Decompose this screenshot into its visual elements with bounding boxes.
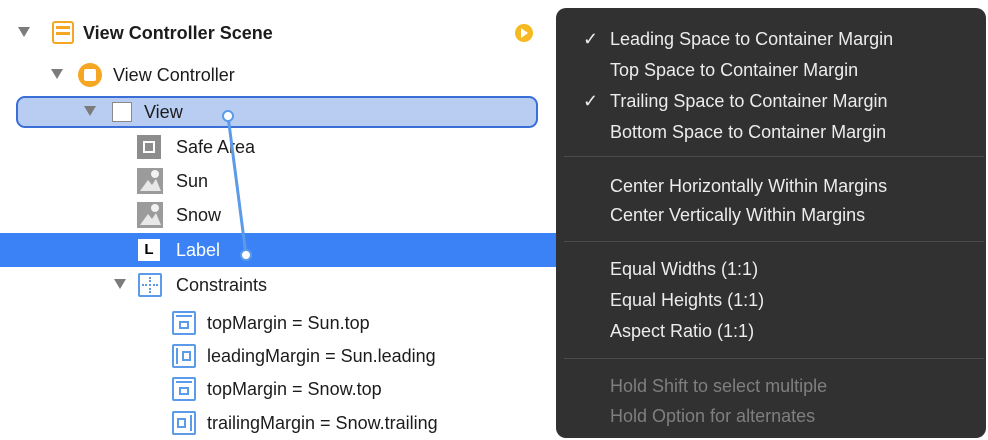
menu-item-label: Center Horizontally Within Margins (610, 176, 888, 196)
warning-arrow-icon[interactable] (515, 24, 533, 42)
leading-constraint-icon (172, 344, 196, 368)
menu-separator (564, 358, 984, 359)
view-controller-icon (78, 63, 102, 87)
checkmark-icon: ✓ (583, 29, 599, 49)
trailing-constraint-icon (172, 411, 196, 435)
constraints-row[interactable]: Constraints (0, 268, 560, 302)
menu-separator (564, 156, 984, 157)
label-row[interactable]: L Label (0, 233, 560, 267)
menu-hint-shift: Hold Shift to select multiple (556, 371, 986, 402)
disclosure-triangle-icon[interactable] (114, 279, 126, 289)
view-label: View (144, 102, 183, 122)
document-outline: View Controller Scene View Controller Vi… (0, 0, 560, 437)
sun-label: Sun (176, 171, 209, 191)
constraint-label: topMargin = Sun.top (207, 313, 370, 333)
scene-row[interactable]: View Controller Scene (0, 16, 560, 50)
view-controller-label: View Controller (113, 65, 235, 85)
menu-item-label: Equal Heights (1:1) (610, 290, 765, 310)
menu-hint-option: Hold Option for alternates (556, 401, 986, 432)
menu-item-aspect-ratio[interactable]: Aspect Ratio (1:1) (556, 316, 986, 347)
menu-item-label: Bottom Space to Container Margin (610, 122, 887, 142)
view-row[interactable]: View (0, 95, 560, 129)
menu-item-center-vertically[interactable]: Center Vertically Within Margins (556, 200, 986, 231)
safe-area-icon (137, 135, 161, 159)
top-constraint-icon (172, 377, 196, 401)
constraint-label: trailingMargin = Snow.trailing (207, 413, 438, 433)
constraint-label: topMargin = Snow.top (207, 379, 382, 399)
scene-icon (52, 21, 74, 44)
view-icon (112, 102, 132, 122)
snow-row[interactable]: Snow (0, 198, 560, 232)
constraint-item[interactable]: leadingMargin = Sun.leading (0, 339, 560, 373)
disclosure-triangle-icon[interactable] (51, 69, 63, 79)
safe-area-label: Safe Area (176, 137, 256, 157)
label-label: Label (176, 240, 221, 260)
checkmark-icon: ✓ (583, 91, 599, 111)
menu-hint-label: Hold Option for alternates (610, 406, 816, 426)
constraint-context-menu: ✓ Leading Space to Container Margin Top … (556, 8, 986, 438)
top-constraint-icon (172, 311, 196, 335)
menu-item-trailing-space[interactable]: ✓ Trailing Space to Container Margin (556, 86, 986, 117)
menu-item-label: Center Vertically Within Margins (610, 205, 866, 225)
menu-item-bottom-space[interactable]: Bottom Space to Container Margin (556, 117, 986, 148)
menu-item-label: Trailing Space to Container Margin (610, 91, 888, 111)
view-controller-row[interactable]: View Controller (0, 58, 560, 92)
sun-row[interactable]: Sun (0, 164, 560, 198)
constraints-icon (138, 273, 162, 297)
constraint-item[interactable]: topMargin = Sun.top (0, 306, 560, 340)
constraint-item[interactable]: trailingMargin = Snow.trailing (0, 406, 560, 440)
image-view-icon (137, 202, 163, 228)
constraint-item[interactable]: topMargin = Snow.top (0, 372, 560, 406)
snow-label: Snow (176, 205, 222, 225)
menu-item-top-space[interactable]: Top Space to Container Margin (556, 55, 986, 86)
menu-item-label: Aspect Ratio (1:1) (610, 321, 755, 341)
menu-hint-label: Hold Shift to select multiple (610, 376, 828, 396)
menu-item-label: Equal Widths (1:1) (610, 259, 759, 279)
menu-item-equal-widths[interactable]: Equal Widths (1:1) (556, 254, 986, 285)
image-view-icon (137, 168, 163, 194)
menu-item-center-horizontally[interactable]: Center Horizontally Within Margins (556, 171, 986, 202)
constraint-label: leadingMargin = Sun.leading (207, 346, 436, 366)
disclosure-triangle-icon[interactable] (18, 27, 30, 37)
disclosure-triangle-icon[interactable] (84, 106, 96, 116)
menu-separator (564, 241, 984, 242)
menu-item-leading-space[interactable]: ✓ Leading Space to Container Margin (556, 24, 986, 55)
label-icon: L (138, 239, 160, 261)
scene-title: View Controller Scene (83, 23, 273, 43)
constraints-label: Constraints (176, 275, 268, 295)
menu-item-equal-heights[interactable]: Equal Heights (1:1) (556, 285, 986, 316)
safe-area-row[interactable]: Safe Area (0, 130, 560, 164)
menu-item-label: Leading Space to Container Margin (610, 29, 894, 49)
menu-item-label: Top Space to Container Margin (610, 60, 859, 80)
